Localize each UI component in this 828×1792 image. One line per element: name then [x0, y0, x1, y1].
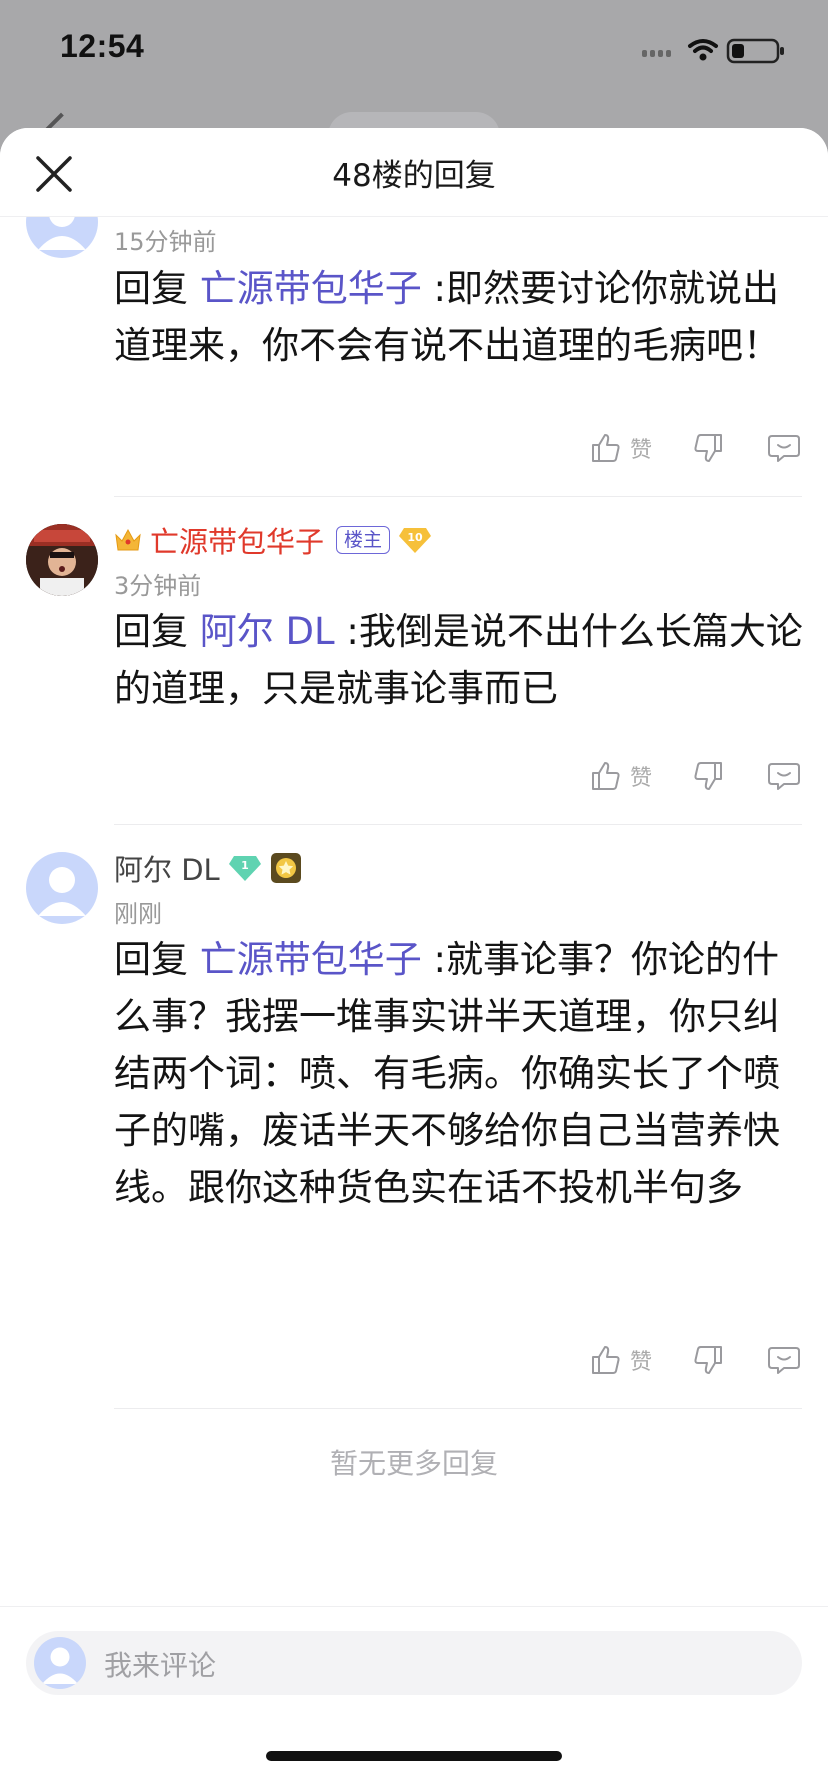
- default-avatar-icon: [38, 216, 86, 250]
- medal-icon: [270, 853, 301, 883]
- like-button[interactable]: 赞: [588, 430, 652, 466]
- reply-list: 15分钟前 回复 亡源带包华子 :即然要讨论你就说出道理来，你不会有说不出道理的…: [0, 216, 828, 1606]
- crown-icon: [115, 528, 141, 551]
- status-time: 12:54: [60, 28, 145, 64]
- reply-prefix: 回复: [114, 267, 200, 310]
- status-indicators: [642, 36, 792, 64]
- reply-author-row: 亡源带包华子 楼主 10: [114, 520, 432, 560]
- comment-icon[interactable]: [766, 430, 802, 466]
- reply-prefix: 回复: [114, 938, 200, 981]
- like-label: 赞: [629, 1350, 652, 1375]
- reply-time: 刚刚: [114, 900, 162, 928]
- thumbs-up-icon: [591, 762, 620, 790]
- reply-actions: 赞: [588, 754, 802, 798]
- reply-divider: [114, 496, 802, 497]
- level-number: 1: [241, 859, 249, 872]
- comment-placeholder: 我来评论: [104, 1649, 217, 1682]
- reply-author-row: 阿尔 DL 1: [114, 848, 302, 888]
- reply-actions: 赞: [588, 1338, 802, 1382]
- reply-time: 3分钟前: [114, 572, 202, 600]
- level-number: 10: [407, 531, 423, 544]
- comment-icon[interactable]: [766, 758, 802, 794]
- thumbs-down-icon[interactable]: [690, 1342, 726, 1378]
- default-avatar-icon: [38, 867, 86, 916]
- like-button[interactable]: 赞: [588, 758, 652, 794]
- mention-link[interactable]: 亡源带包华子: [200, 267, 422, 310]
- level-badge-icon: 1: [228, 856, 261, 881]
- user-photo-avatar: [26, 524, 98, 596]
- reply-text[interactable]: 回复 亡源带包华子 :就事论事？你论的什么事？我摆一堆事实讲半天道理，你只纠结两…: [114, 931, 804, 1216]
- like-label: 赞: [629, 438, 652, 463]
- reply-text[interactable]: 回复 亡源带包华子 :即然要讨论你就说出道理来，你不会有说不出道理的毛病吧！: [114, 260, 804, 374]
- comment-icon[interactable]: [766, 1342, 802, 1378]
- reply-time: 15分钟前: [114, 228, 217, 256]
- sheet-header: 48楼的回复: [0, 128, 828, 217]
- signal-wifi-battery-icon: [642, 38, 784, 64]
- home-indicator: [266, 1751, 562, 1761]
- my-avatar: [34, 1637, 86, 1689]
- thumbs-down-icon[interactable]: [690, 430, 726, 466]
- default-avatar-icon: [42, 1647, 78, 1684]
- mention-link[interactable]: 阿尔 DL: [200, 610, 335, 653]
- mention-link[interactable]: 亡源带包华子: [200, 938, 422, 981]
- like-button[interactable]: 赞: [588, 1342, 652, 1378]
- reply-sheet: 48楼的回复 15分钟前 回复 亡源带包华子 :即然要讨论你就说出道理来，你不会…: [0, 128, 828, 1792]
- reply-text[interactable]: 回复 阿尔 DL :我倒是说不出什么长篇大论的道理，只是就事论事而已: [114, 603, 804, 717]
- thumbs-up-icon: [591, 434, 620, 462]
- level-badge-icon: 10: [399, 528, 432, 553]
- author-name[interactable]: 亡源带包华子: [150, 519, 324, 561]
- comment-input[interactable]: 我来评论: [26, 1631, 802, 1695]
- author-name[interactable]: 阿尔 DL: [114, 847, 220, 889]
- sheet-title: 48楼的回复: [332, 158, 496, 194]
- reply-divider: [114, 1408, 802, 1409]
- reply-prefix: 回复: [114, 610, 200, 653]
- like-label: 赞: [629, 766, 652, 791]
- thumbs-up-icon: [591, 1346, 620, 1374]
- avatar[interactable]: [26, 524, 98, 596]
- avatar[interactable]: [26, 852, 98, 924]
- owner-badge: 楼主: [336, 526, 391, 554]
- thumbs-down-icon[interactable]: [690, 758, 726, 794]
- avatar[interactable]: [26, 216, 98, 258]
- comment-bar: 我来评论: [0, 1606, 828, 1792]
- reply-actions: 赞: [588, 426, 802, 470]
- no-more-replies: 暂无更多回复: [329, 1447, 498, 1480]
- reply-divider: [114, 824, 802, 825]
